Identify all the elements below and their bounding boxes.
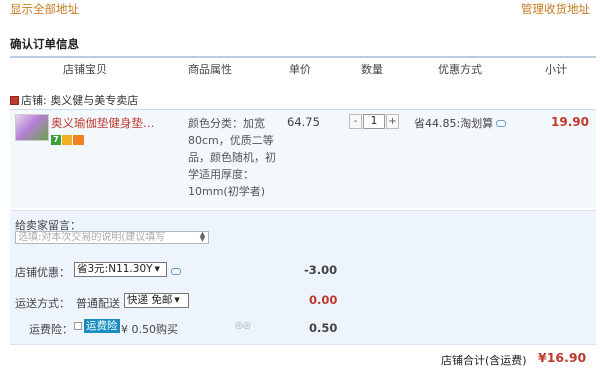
insurance-amount: 0.50 xyxy=(309,321,338,335)
shop-discount-label: 店铺优惠： xyxy=(15,266,70,279)
guarantee-badge-icon xyxy=(62,135,72,145)
shop-link[interactable]: 店铺: 奥义健与美专卖店 xyxy=(21,94,138,107)
shipping-option: 快递 免邮 xyxy=(127,294,173,306)
quantity-increase-button[interactable]: + xyxy=(386,114,399,129)
manage-address-link[interactable]: 管理收货地址 xyxy=(521,1,590,17)
item-discount: 省44.85:淘划算 xyxy=(414,115,507,131)
insurance-help-icon[interactable]: ◎◎ xyxy=(235,321,251,331)
header-unit-price: 单价 xyxy=(289,63,311,76)
header-quantity: 数量 xyxy=(361,63,383,76)
info-bubble-icon[interactable] xyxy=(496,120,507,127)
shipping-select[interactable]: 快递 免邮 ▼ xyxy=(124,293,189,308)
total-divider xyxy=(10,344,596,345)
header-subtotal: 小计 xyxy=(545,63,567,76)
insurance-tag: 运费险 xyxy=(84,319,120,333)
insurance-checkbox[interactable] xyxy=(74,322,82,330)
card-payment-icon xyxy=(73,135,84,145)
insurance-price: ¥ 0.50购买 xyxy=(121,323,178,336)
chevron-down-icon: ▼ xyxy=(174,296,180,304)
show-all-address-link[interactable]: 显示全部地址 xyxy=(10,1,79,17)
insurance-label: 运费险： xyxy=(29,323,73,336)
quantity-input[interactable]: 1 xyxy=(363,114,385,129)
shipping-amount: 0.00 xyxy=(309,293,338,307)
shop-discount-value: 省3元:N11.30Y xyxy=(77,263,153,275)
product-thumbnail[interactable] xyxy=(15,114,49,141)
item-attributes: 颜色分类：加宽80cm，优质二等品，颜色随机，初学适用厚度：10mm(初学者) xyxy=(188,117,276,198)
item-name-link[interactable]: 奥义瑜伽垫健身垫… xyxy=(51,115,155,131)
shipping-label: 运送方式： xyxy=(15,297,70,310)
seven-day-return-icon: 7 xyxy=(51,135,61,145)
memo-scroll-icon[interactable]: ▲ ▼ xyxy=(197,231,208,243)
shop-total-label: 店铺合计(含运费) xyxy=(441,354,527,367)
section-title: 确认订单信息 xyxy=(10,37,79,51)
quantity-decrease-button[interactable]: - xyxy=(349,114,362,129)
shipping-method: 普通配送 xyxy=(76,297,120,310)
unit-price: 64.75 xyxy=(287,115,320,129)
header-attributes: 商品属性 xyxy=(188,63,232,76)
header-discount: 优惠方式 xyxy=(438,63,482,76)
shop-discount-amount: -3.00 xyxy=(304,263,338,277)
shop-total-value: ¥16.90 xyxy=(538,350,587,365)
item-subtotal: 19.90 xyxy=(551,115,589,129)
header-divider xyxy=(10,56,596,58)
header-shop-item: 店铺宝贝 xyxy=(63,63,107,76)
shop-icon xyxy=(10,96,19,105)
memo-input[interactable]: 选填:对本次交易的说明(建议填写 xyxy=(15,231,209,244)
shop-discount-select[interactable]: 省3元:N11.30Y ▼ xyxy=(74,262,167,277)
chevron-down-icon: ▼ xyxy=(154,265,160,273)
discount-info-icon[interactable] xyxy=(171,268,181,275)
shop-row: 店铺: 奥义健与美专卖店 xyxy=(10,92,138,108)
discount-text: 省44.85:淘划算 xyxy=(414,117,494,130)
